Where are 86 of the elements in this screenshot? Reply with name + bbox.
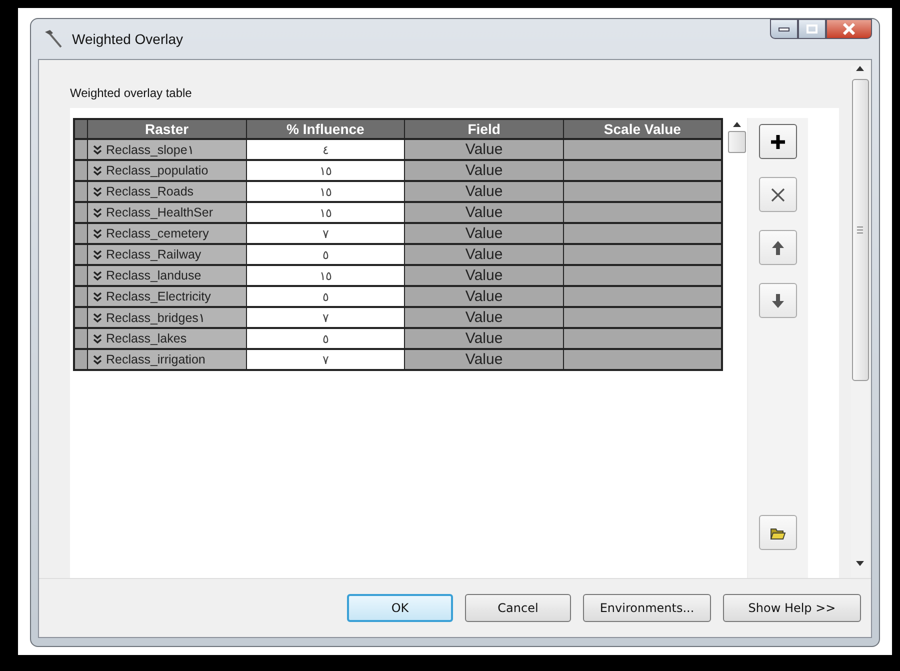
column-header[interactable]: % Influence xyxy=(246,119,405,139)
dialog-button[interactable]: Environments... xyxy=(583,594,711,622)
grip-icon xyxy=(857,226,863,234)
double-chevron-icon[interactable] xyxy=(93,166,102,176)
raster-cell[interactable]: Reclass_Railway xyxy=(88,244,246,265)
double-chevron-icon[interactable] xyxy=(93,208,102,218)
scale-value-cell[interactable] xyxy=(563,349,722,370)
raster-cell[interactable]: Reclass_slope١ xyxy=(88,139,246,160)
remove-icon xyxy=(770,186,786,202)
field-cell[interactable]: Value xyxy=(404,244,564,265)
raster-cell[interactable]: Reclass_bridges١ xyxy=(88,307,246,328)
column-header[interactable]: Field xyxy=(404,119,564,139)
double-chevron-icon[interactable] xyxy=(93,334,102,344)
field-cell[interactable]: Value xyxy=(404,307,564,328)
field-cell[interactable]: Value xyxy=(404,160,564,181)
raster-cell[interactable]: Reclass_landuse xyxy=(88,265,246,286)
field-cell[interactable]: Value xyxy=(404,286,564,307)
maximize-button[interactable] xyxy=(798,19,826,39)
folder-button[interactable] xyxy=(759,515,797,550)
scroll-down-icon[interactable] xyxy=(856,561,864,566)
raster-cell[interactable]: Reclass_Electricity xyxy=(88,286,246,307)
double-chevron-icon[interactable] xyxy=(93,144,102,155)
raster-cell[interactable]: Reclass_HealthSer xyxy=(88,202,246,223)
minimize-icon xyxy=(778,26,790,32)
scale-value-cell[interactable] xyxy=(563,223,722,244)
influence-cell[interactable]: ٧ xyxy=(246,307,405,328)
field-cell[interactable]: Value xyxy=(404,139,564,160)
field-cell[interactable]: Value xyxy=(404,202,564,223)
scale-value-cell[interactable] xyxy=(563,307,722,328)
double-chevron-icon[interactable] xyxy=(93,354,102,365)
section-label: Weighted overlay table xyxy=(70,86,192,100)
window-title: Weighted Overlay xyxy=(72,31,184,47)
raster-cell[interactable]: Reclass_lakes xyxy=(88,328,246,349)
influence-cell[interactable]: ١٥ xyxy=(246,265,405,286)
double-chevron-icon[interactable] xyxy=(93,228,102,239)
influence-cell[interactable]: ٥ xyxy=(246,244,405,265)
scale-value-cell[interactable] xyxy=(563,244,722,265)
scale-value-cell[interactable] xyxy=(563,139,722,160)
column-header[interactable]: Raster xyxy=(88,119,246,139)
influence-cell[interactable]: ٤ xyxy=(246,139,405,160)
influence-cell[interactable]: ١٥ xyxy=(246,202,405,223)
up-arrow-icon xyxy=(770,240,786,256)
dialog-button[interactable]: Cancel xyxy=(465,594,571,622)
double-chevron-icon[interactable] xyxy=(93,312,102,323)
dialog-button[interactable]: OK xyxy=(347,594,453,622)
scale-value-cell[interactable] xyxy=(563,265,722,286)
down-arrow-icon xyxy=(770,292,786,308)
influence-cell[interactable]: ١٥ xyxy=(246,181,405,202)
close-button[interactable] xyxy=(826,19,872,39)
raster-cell[interactable]: Reclass_Roads xyxy=(88,181,246,202)
column-header[interactable]: Scale Value xyxy=(563,119,722,139)
close-icon xyxy=(842,23,856,35)
plus-button[interactable] xyxy=(759,124,797,159)
scroll-up-icon[interactable] xyxy=(856,66,864,71)
double-chevron-icon[interactable] xyxy=(93,270,102,281)
influence-cell[interactable]: ٥ xyxy=(246,286,405,307)
up-arrow-button[interactable] xyxy=(759,230,797,265)
scale-value-cell[interactable] xyxy=(563,328,722,349)
field-cell[interactable]: Value xyxy=(404,265,564,286)
double-chevron-icon[interactable] xyxy=(93,292,102,302)
scale-value-cell[interactable] xyxy=(563,181,722,202)
scroll-up-icon[interactable] xyxy=(733,122,741,127)
dialog-button[interactable]: Show Help >> xyxy=(723,594,861,622)
scroll-thumb[interactable] xyxy=(728,131,746,153)
field-cell[interactable]: Value xyxy=(404,181,564,202)
field-cell[interactable]: Value xyxy=(404,349,564,370)
scale-value-cell[interactable] xyxy=(563,202,722,223)
field-cell[interactable]: Value xyxy=(404,223,564,244)
remove-button[interactable] xyxy=(759,177,797,212)
raster-cell[interactable]: Reclass_cemetery xyxy=(88,223,246,244)
maximize-icon xyxy=(806,24,818,34)
influence-cell[interactable]: ٥ xyxy=(246,328,405,349)
field-cell[interactable]: Value xyxy=(404,328,564,349)
raster-cell[interactable]: Reclass_populatio xyxy=(88,160,246,181)
double-chevron-icon[interactable] xyxy=(93,250,102,260)
influence-cell[interactable]: ٧ xyxy=(246,349,405,370)
scale-value-cell[interactable] xyxy=(563,160,722,181)
raster-cell[interactable]: Reclass_irrigation xyxy=(88,349,246,370)
influence-cell[interactable]: ١٥ xyxy=(246,160,405,181)
down-arrow-button[interactable] xyxy=(759,283,797,318)
scroll-thumb[interactable] xyxy=(852,79,868,381)
double-chevron-icon[interactable] xyxy=(93,186,102,197)
influence-cell[interactable]: ٧ xyxy=(246,223,405,244)
scale-value-cell[interactable] xyxy=(563,286,722,307)
minimize-button[interactable] xyxy=(770,19,798,39)
plus-icon xyxy=(770,134,786,150)
